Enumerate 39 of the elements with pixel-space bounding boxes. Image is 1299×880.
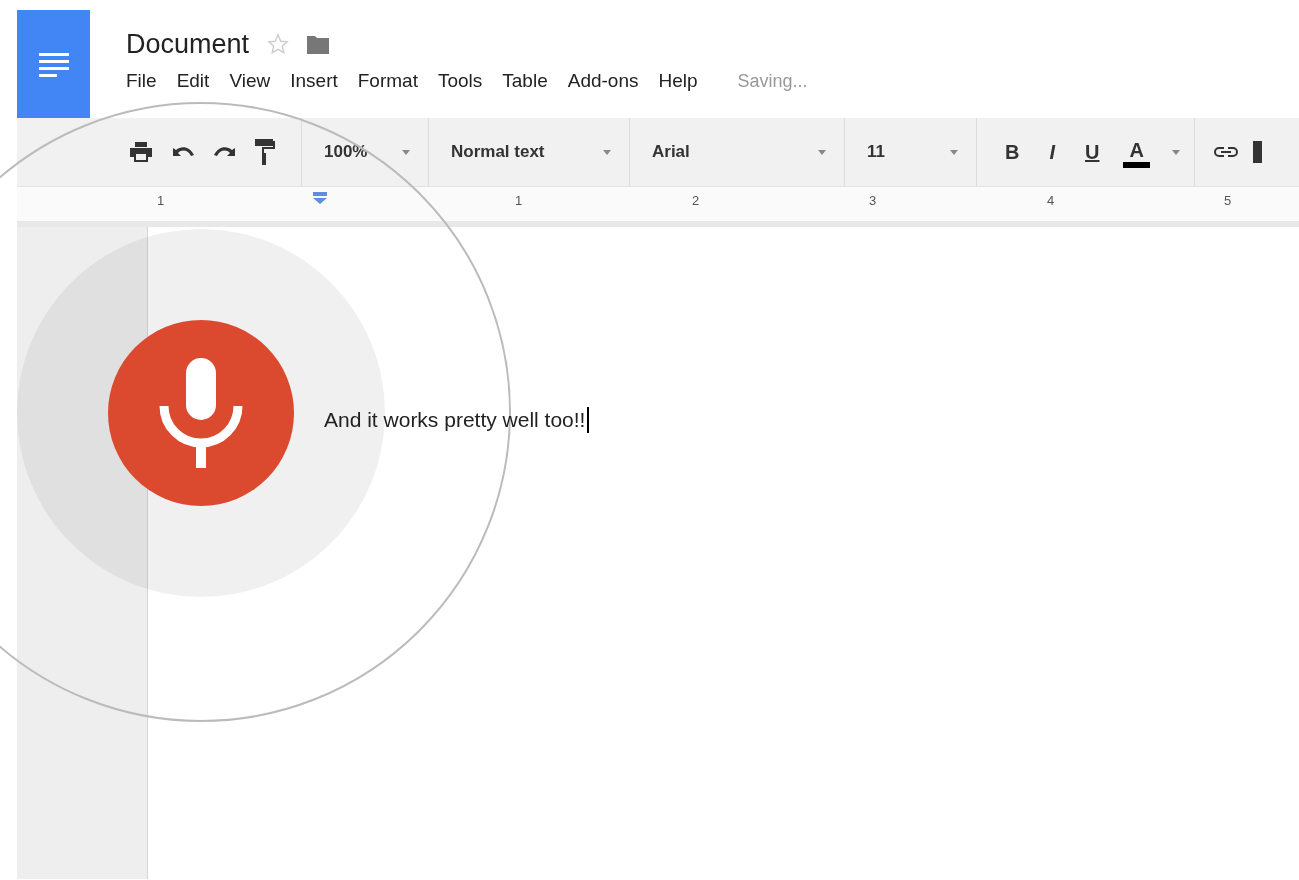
print-icon[interactable] (129, 142, 153, 162)
document-title[interactable]: Document (126, 28, 250, 60)
link-icon[interactable] (1212, 146, 1239, 158)
paint-roller-icon[interactable] (255, 139, 275, 165)
ruler-number: 3 (869, 193, 877, 208)
text-cursor (587, 407, 590, 433)
ruler-number: 4 (1047, 193, 1055, 208)
caret-icon[interactable] (1171, 149, 1180, 155)
zoom-dropdown[interactable]: 100% (302, 132, 428, 172)
underline-button[interactable]: U (1079, 138, 1106, 166)
style-dropdown[interactable]: Normal text (429, 132, 629, 172)
caret-icon (402, 149, 410, 155)
folder-icon[interactable] (307, 34, 330, 54)
ruler-number: 1 (157, 193, 165, 208)
font-size-dropdown[interactable]: 11 (845, 132, 976, 172)
font-dropdown[interactable]: Arial (630, 132, 844, 172)
document-text[interactable]: And it works pretty well too!! (324, 408, 586, 432)
ruler-number: 1 (515, 193, 523, 208)
menu-item[interactable]: Table (502, 70, 548, 92)
menu-item[interactable]: Format (357, 70, 418, 92)
star-icon[interactable] (267, 33, 290, 55)
menu-item[interactable]: File (126, 70, 157, 92)
caret-icon (950, 149, 958, 155)
indent-marker-icon[interactable] (313, 192, 327, 204)
ruler-number: 5 (1224, 193, 1232, 208)
menu-item[interactable]: Insert (290, 70, 338, 92)
text-color-button[interactable]: A (1123, 136, 1150, 168)
docs-logo-icon[interactable] (17, 10, 90, 118)
caret-icon (603, 149, 611, 155)
bold-button[interactable]: B (999, 138, 1026, 166)
menu-item[interactable]: View (229, 70, 271, 92)
italic-button[interactable]: I (1043, 138, 1061, 166)
menu-item[interactable]: Tools (437, 70, 483, 92)
menu-item[interactable]: Edit (176, 70, 210, 92)
menu-item[interactable]: Add-ons (567, 70, 639, 92)
menu-item[interactable]: Help (658, 70, 698, 92)
save-status: Saving... (737, 70, 808, 92)
caret-icon (818, 149, 826, 155)
ruler-number: 2 (692, 193, 700, 208)
